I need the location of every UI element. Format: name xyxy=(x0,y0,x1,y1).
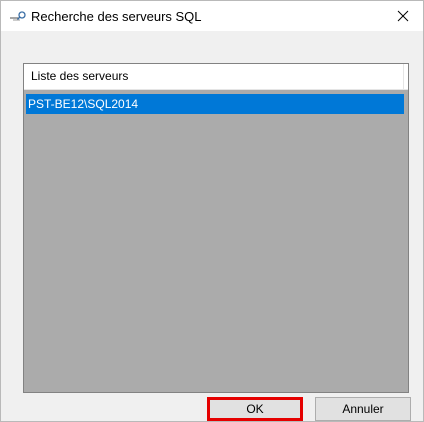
column-header-servers[interactable]: Liste des serveurs xyxy=(24,64,404,89)
window-title: Recherche des serveurs SQL xyxy=(31,9,202,24)
title-bar: Recherche des serveurs SQL xyxy=(1,1,423,31)
cancel-button[interactable]: Annuler xyxy=(315,397,411,421)
server-list[interactable]: Liste des serveurs PST-BE12\SQL2014 xyxy=(23,63,409,393)
dialog-window: Recherche des serveurs SQL Liste des ser… xyxy=(0,0,424,422)
list-header: Liste des serveurs xyxy=(24,64,408,90)
list-item[interactable]: PST-BE12\SQL2014 xyxy=(26,94,404,114)
ok-button[interactable]: OK xyxy=(207,397,303,421)
app-search-icon xyxy=(9,9,27,23)
close-button[interactable] xyxy=(383,1,423,31)
close-icon xyxy=(397,10,409,22)
